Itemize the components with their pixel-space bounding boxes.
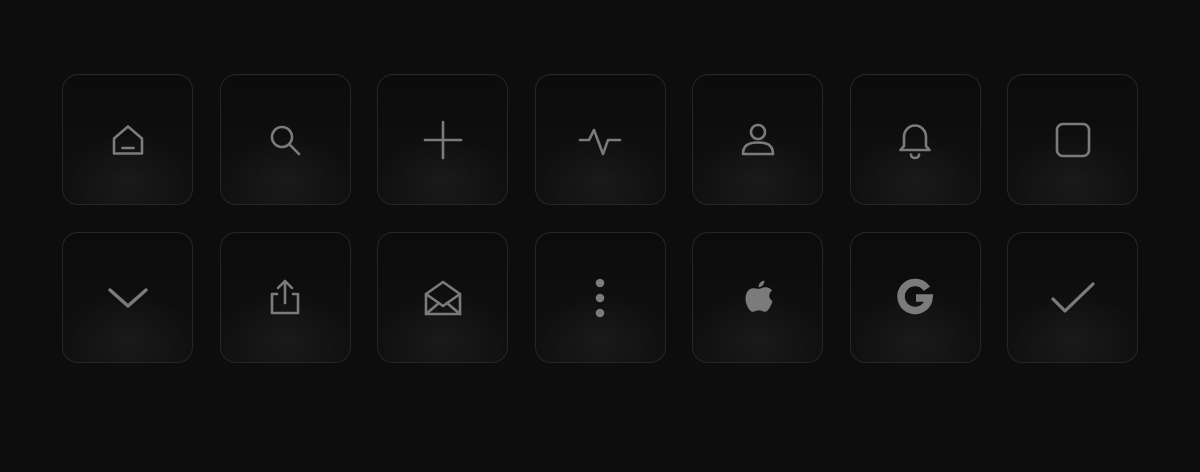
icon-button-mail[interactable] bbox=[377, 232, 508, 363]
icon-button-confirm[interactable] bbox=[1007, 232, 1138, 363]
icon-grid bbox=[62, 74, 1138, 363]
square-icon bbox=[1055, 122, 1090, 157]
search-icon bbox=[270, 125, 301, 155]
icon-button-activity[interactable] bbox=[534, 74, 666, 205]
icon-button-share[interactable] bbox=[219, 232, 351, 363]
icon-button-add[interactable] bbox=[377, 74, 508, 205]
icon-button-search[interactable] bbox=[219, 74, 351, 205]
mail-open-icon bbox=[424, 280, 461, 315]
icon-button-google[interactable] bbox=[849, 232, 981, 363]
activity-icon bbox=[578, 128, 622, 155]
icon-button-more[interactable] bbox=[534, 232, 666, 363]
plus-icon bbox=[423, 120, 462, 159]
user-icon bbox=[741, 123, 774, 155]
icon-button-home[interactable] bbox=[62, 74, 193, 205]
check-icon bbox=[1050, 281, 1095, 313]
share-icon bbox=[270, 279, 300, 314]
icon-button-notifications[interactable] bbox=[849, 74, 981, 205]
google-logo-icon bbox=[897, 278, 934, 314]
icon-button-apple[interactable] bbox=[692, 232, 823, 363]
bell-icon bbox=[899, 123, 931, 159]
icon-button-expand[interactable] bbox=[62, 232, 193, 363]
chevron-down-icon bbox=[107, 287, 148, 308]
apple-logo-icon bbox=[745, 280, 772, 312]
icon-button-user[interactable] bbox=[692, 74, 823, 205]
icon-button-square[interactable] bbox=[1007, 74, 1138, 205]
home-icon bbox=[112, 124, 143, 155]
more-vertical-icon bbox=[595, 278, 605, 317]
